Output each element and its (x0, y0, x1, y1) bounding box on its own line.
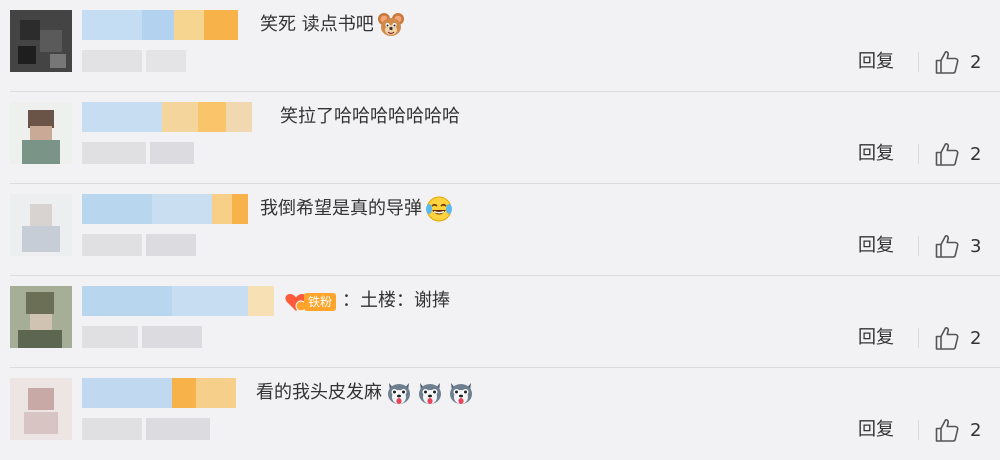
comment-list: 笑死 读点书吧 回复 2 笑拉了哈哈哈哈哈哈哈 回复 2 我倒希望是真的导弹 回… (0, 0, 1000, 460)
thumbs-up-icon (935, 143, 959, 166)
husky-dog-emoji (419, 383, 441, 404)
username[interactable] (82, 286, 274, 316)
comment-item: 我倒希望是真的导弹 回复 3 (0, 184, 1000, 276)
comment-body: 笑死 读点书吧 (260, 14, 374, 35)
like-button[interactable]: 2 (934, 416, 981, 444)
username[interactable] (82, 10, 238, 40)
divider (918, 236, 919, 256)
reply-button[interactable]: 回复 (858, 416, 894, 444)
like-count: 2 (970, 143, 982, 165)
reply-button[interactable]: 回复 (858, 48, 894, 76)
thumbs-up-icon (935, 235, 959, 258)
comment-text: 我倒希望是真的导弹 (260, 194, 453, 224)
thumbs-up-icon (935, 327, 959, 350)
like-button[interactable]: 3 (934, 232, 981, 260)
comment-text: ：土楼：谢捧 (342, 286, 450, 316)
comment-item: 铁粉 ：土楼：谢捧 回复 2 (0, 276, 1000, 368)
avatar[interactable] (10, 10, 72, 72)
comment-item: 看的我头皮发麻 回复 2 (0, 368, 1000, 460)
like-count: 2 (970, 327, 982, 349)
like-count: 2 (970, 51, 982, 73)
avatar[interactable] (10, 378, 72, 440)
thumbs-up-icon (935, 419, 959, 442)
avatar[interactable] (10, 194, 72, 256)
divider (918, 420, 919, 440)
comment-text: 笑拉了哈哈哈哈哈哈哈 (280, 102, 460, 132)
jerry-mouse-emoji (377, 13, 404, 36)
username[interactable] (82, 194, 248, 224)
like-button[interactable]: 2 (934, 324, 981, 352)
laughing-crying-emoji (426, 196, 452, 222)
thumbs-up-icon (935, 51, 959, 74)
divider (918, 328, 919, 348)
timestamp (82, 326, 206, 348)
divider (918, 144, 919, 164)
fan-badge[interactable]: 铁粉 (284, 290, 337, 314)
husky-dog-emoji (450, 383, 472, 404)
avatar[interactable] (10, 102, 72, 164)
timestamp (82, 234, 200, 256)
like-button[interactable]: 2 (934, 48, 981, 76)
like-button[interactable]: 2 (934, 140, 981, 168)
comment-body: 看的我头皮发麻 (256, 382, 382, 403)
like-count: 3 (970, 235, 982, 257)
comment-body: 笑拉了哈哈哈哈哈哈哈 (280, 106, 460, 127)
reply-button[interactable]: 回复 (858, 140, 894, 168)
comment-body: ：土楼：谢捧 (342, 290, 450, 311)
username[interactable] (82, 378, 236, 408)
comment-text: 笑死 读点书吧 (260, 10, 405, 40)
comment-body: 我倒希望是真的导弹 (260, 198, 422, 219)
username[interactable] (82, 102, 252, 132)
like-count: 2 (970, 419, 982, 441)
comment-text: 看的我头皮发麻 (256, 378, 475, 408)
fan-badge-label: 铁粉 (304, 293, 337, 311)
timestamp (82, 418, 214, 440)
divider (918, 52, 919, 72)
avatar[interactable] (10, 286, 72, 348)
reply-button[interactable]: 回复 (858, 232, 894, 260)
timestamp (82, 50, 190, 72)
timestamp (82, 142, 198, 164)
comment-item: 笑死 读点书吧 回复 2 (0, 0, 1000, 92)
husky-dog-emoji (388, 383, 410, 404)
reply-button[interactable]: 回复 (858, 324, 894, 352)
comment-item: 笑拉了哈哈哈哈哈哈哈 回复 2 (0, 92, 1000, 184)
